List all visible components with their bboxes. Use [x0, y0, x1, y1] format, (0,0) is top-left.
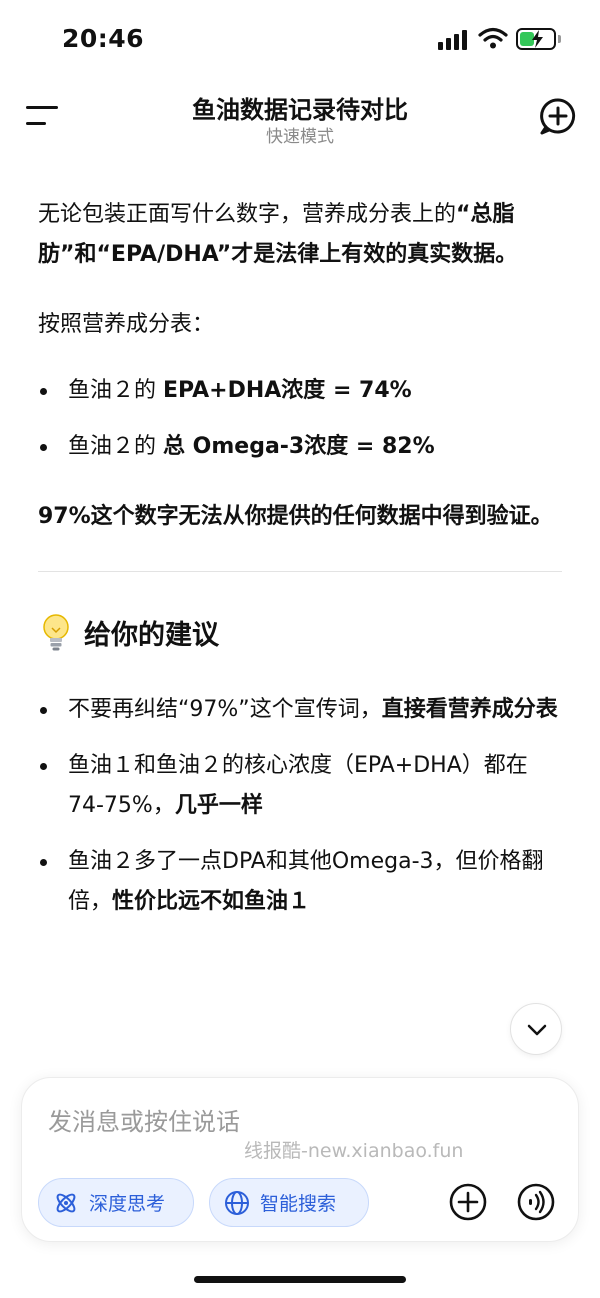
list-item: 鱼油２的 EPA+DHA浓度 = 74%: [38, 371, 562, 411]
list-item: 鱼油２多了一点DPA和其他Omega-3，但价格翻倍，性价比远不如鱼油１: [38, 842, 562, 922]
section-title: 给你的建议: [84, 619, 219, 651]
section-heading: 给你的建议: [38, 610, 562, 654]
message-composer: 发消息或按住说话 线报酷-new.xianbao.fun 深度思考 智能搜索: [21, 1077, 579, 1242]
smart-search-label: 智能搜索: [260, 1193, 337, 1215]
scroll-to-bottom-button[interactable]: [510, 1003, 562, 1055]
new-chat-icon[interactable]: [538, 96, 578, 136]
advice-list: 不要再纠结“97%”这个宣传词，直接看营养成分表 鱼油１和鱼油２的核心浓度（EP…: [38, 690, 562, 922]
lead-text: 按照营养成分表：: [38, 312, 215, 337]
voice-icon[interactable]: [516, 1182, 556, 1222]
lightbulb-icon: [43, 614, 69, 651]
deep-think-button[interactable]: 深度思考: [38, 1178, 194, 1227]
list-item: 不要再纠结“97%”这个宣传词，直接看营养成分表: [38, 690, 562, 730]
home-indicator[interactable]: [194, 1276, 406, 1283]
battery-cap: [558, 35, 561, 43]
deep-think-label: 深度思考: [89, 1193, 166, 1215]
globe-icon: [225, 1190, 249, 1215]
intro-text: 无论包装正面写什么数字，营养成分表上的: [38, 202, 457, 227]
list-item: 鱼油１和鱼油２的核心浓度（EPA+DHA）都在74-75%，几乎一样: [38, 746, 562, 826]
message-input[interactable]: 发消息或按住说话: [48, 1102, 240, 1137]
conclusion-text: 97%这个数字无法从你提供的任何数据中得到验证。: [38, 504, 553, 529]
status-bar: 20:46: [0, 0, 600, 80]
status-time: 20:46: [62, 24, 145, 53]
plus-circle-icon[interactable]: [448, 1182, 488, 1222]
atom-icon: [56, 1193, 76, 1212]
smart-search-button[interactable]: 智能搜索: [209, 1178, 369, 1227]
battery-charging-icon: [516, 28, 556, 50]
content-fade: [0, 1040, 600, 1080]
chat-header: 鱼油数据记录待对比 快速模式: [0, 80, 600, 160]
chevron-down-icon: [527, 1024, 547, 1036]
signal-icon: [438, 28, 468, 50]
list-item: 鱼油２的 总 Omega-3浓度 = 82%: [38, 427, 562, 467]
divider: [38, 571, 562, 572]
chat-mode-label: 快速模式: [266, 127, 334, 147]
chat-title[interactable]: 鱼油数据记录待对比: [0, 90, 600, 125]
assistant-message: 无论包装正面写什么数字，营养成分表上的“总脂肪”和“EPA/DHA”才是法律上有…: [38, 195, 562, 938]
stats-list: 鱼油２的 EPA+DHA浓度 = 74% 鱼油２的 总 Omega-3浓度 = …: [38, 371, 562, 467]
watermark-text: 线报酷-new.xianbao.fun: [244, 1140, 464, 1162]
wifi-icon: [478, 27, 508, 49]
message-intro: 无论包装正面写什么数字，营养成分表上的“总脂肪”和“EPA/DHA”才是法律上有…: [38, 195, 562, 275]
